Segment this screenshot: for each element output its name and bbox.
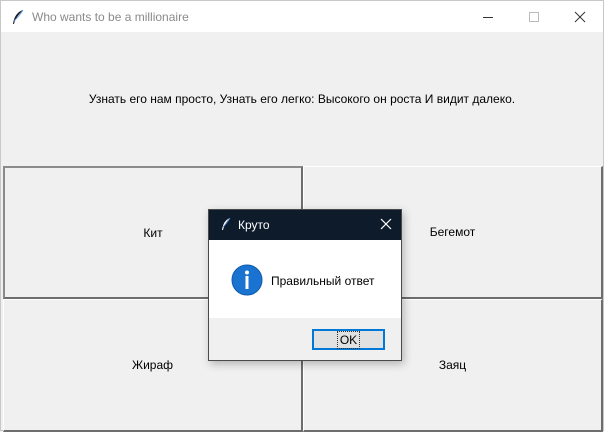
answer-label: Заяц (438, 358, 467, 372)
maximize-icon (529, 12, 539, 22)
dialog-footer: OK (209, 318, 401, 360)
dialog-message: Правильный ответ (271, 274, 375, 288)
feather-icon (11, 9, 25, 25)
message-dialog: Круто Правильный ответ OK (208, 209, 402, 361)
minimize-icon (483, 17, 493, 18)
dialog-title: Круто (238, 218, 270, 232)
info-icon (231, 264, 263, 296)
dialog-body: Правильный ответ (209, 240, 401, 318)
answer-label: Бегемот (429, 225, 476, 239)
question-text: Узнать его нам просто, Узнать его легко:… (88, 92, 516, 106)
maximize-button[interactable] (511, 1, 557, 32)
ok-button-label: OK (336, 330, 361, 349)
dialog-title-bar[interactable]: Круто (209, 210, 401, 240)
minimize-button[interactable] (465, 1, 511, 32)
window-title: Who wants to be a millionaire (32, 10, 189, 24)
feather-icon (220, 217, 232, 231)
close-icon (574, 11, 586, 23)
ok-button[interactable]: OK (312, 329, 385, 350)
title-bar[interactable]: Who wants to be a millionaire (1, 1, 603, 32)
close-icon (380, 218, 392, 230)
answer-label: Жираф (131, 358, 173, 372)
close-button[interactable] (557, 1, 603, 32)
dialog-close-button[interactable] (371, 210, 401, 240)
answer-label: Кит (143, 225, 163, 240)
